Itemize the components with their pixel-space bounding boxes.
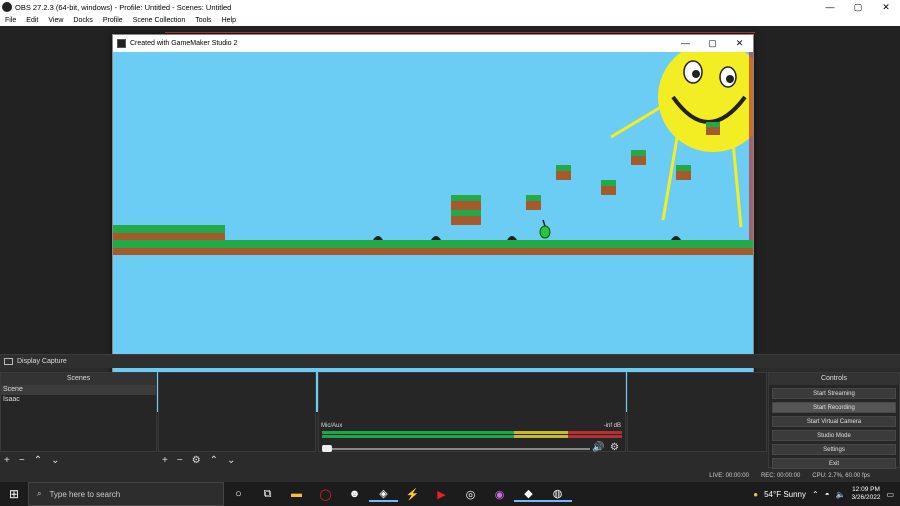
- mixer-level: -inf dB: [603, 423, 621, 429]
- opera-icon[interactable]: ◯: [311, 488, 340, 501]
- weather-text[interactable]: 54°F Sunny: [764, 490, 806, 499]
- move-up-icon[interactable]: ⌃: [34, 455, 42, 466]
- browser-icon[interactable]: ◉: [485, 488, 514, 501]
- settings-button[interactable]: Settings: [772, 444, 896, 455]
- volume-knob[interactable]: [322, 445, 332, 452]
- studio-mode-button[interactable]: Studio Mode: [772, 430, 896, 441]
- source-settings-icon[interactable]: ⚙: [192, 455, 201, 466]
- transitions-dock: [627, 372, 767, 452]
- menu-help[interactable]: Help: [217, 17, 241, 24]
- start-streaming-button[interactable]: Start Streaming: [772, 388, 896, 399]
- lightning-app-icon[interactable]: ⚡: [398, 488, 427, 501]
- live-status: LIVE: 00:00:00: [709, 473, 749, 479]
- sources-toolbar: + − ⚙ ⌃ ⌄: [162, 454, 235, 466]
- weather-icon: ●: [753, 489, 759, 499]
- cortana-icon[interactable]: ○: [224, 488, 253, 500]
- taskbar: ⊞ ⌕ Type here to search ○ ⧉ ▬ ◯ ☻ ◈ ⚡ ▶ …: [0, 482, 900, 506]
- file-explorer-icon[interactable]: ▬: [282, 488, 311, 500]
- volume-meter: [322, 431, 622, 434]
- system-tray: ● 54°F Sunny ⌃ ◓ 🔈 12:09 PM 3/26/2022 ▭: [753, 486, 900, 502]
- game-close-button[interactable]: ✕: [726, 38, 753, 49]
- search-placeholder: Type here to search: [49, 489, 121, 499]
- youtube-icon[interactable]: ▶: [427, 488, 456, 501]
- scene-item[interactable]: Isaac: [1, 395, 156, 405]
- volume-icon[interactable]: 🔈: [836, 490, 846, 499]
- obs-titlebar: OBS 27.2.3 (64-bit, windows) - Profile: …: [0, 0, 900, 14]
- game-titlebar: Created with GameMaker Studio 2 — ▢ ✕: [113, 35, 753, 52]
- obs-window-title: OBS 27.2.3 (64-bit, windows) - Profile: …: [15, 2, 232, 12]
- game-maximize-button[interactable]: ▢: [699, 38, 726, 49]
- search-icon: ⌕: [37, 489, 42, 498]
- move-down-icon[interactable]: ⌄: [227, 455, 235, 466]
- start-virtual-camera-button[interactable]: Start Virtual Camera: [772, 416, 896, 427]
- maximize-button[interactable]: ▢: [844, 2, 872, 13]
- minimize-button[interactable]: —: [816, 2, 844, 13]
- close-button[interactable]: ✕: [872, 2, 900, 13]
- notifications-icon[interactable]: ▭: [886, 490, 894, 499]
- volume-meter: [322, 435, 622, 438]
- volume-slider[interactable]: [322, 445, 590, 452]
- game-window-title: Created with GameMaker Studio 2: [130, 40, 238, 47]
- sources-dock: [158, 372, 316, 452]
- controls-header: Controls: [769, 373, 899, 385]
- menu-tools[interactable]: Tools: [190, 17, 216, 24]
- steam-icon[interactable]: ◎: [456, 488, 485, 501]
- source-label: Display Capture: [17, 358, 67, 365]
- tray-chevron-up-icon[interactable]: ⌃: [812, 490, 819, 499]
- clock-date: 3/26/2022: [851, 494, 881, 501]
- network-icon[interactable]: ◓: [825, 490, 830, 499]
- task-view-icon[interactable]: ⧉: [253, 488, 282, 501]
- scenes-header: Scenes: [1, 373, 156, 385]
- game-minimize-button[interactable]: —: [672, 38, 699, 49]
- game-entities: [373, 219, 681, 240]
- taskbar-search[interactable]: ⌕ Type here to search: [28, 482, 224, 506]
- exit-button[interactable]: Exit: [772, 458, 896, 469]
- menu-scene-collection[interactable]: Scene Collection: [128, 17, 191, 24]
- windows-start-icon[interactable]: ⊞: [0, 482, 28, 506]
- cpu-status: CPU: 2.7%, 60.00 fps: [812, 473, 870, 479]
- add-source-button[interactable]: +: [162, 455, 168, 466]
- status-bar: LIVE: 00:00:00 REC: 00:00:00 CPU: 2.7%, …: [0, 470, 900, 482]
- menu-view[interactable]: View: [43, 17, 68, 24]
- scenes-toolbar: + − ⌃ ⌄: [4, 454, 59, 466]
- menu-bar: File Edit View Docks Profile Scene Colle…: [0, 14, 900, 26]
- source-bar: Display Capture: [0, 354, 900, 368]
- mixer-channel-name: Mic/Aux: [321, 423, 343, 429]
- clock-time: 12:09 PM: [852, 486, 880, 493]
- menu-docks[interactable]: Docks: [68, 17, 97, 24]
- game-taskbar-icon[interactable]: ◆: [514, 487, 543, 502]
- start-recording-button[interactable]: Start Recording: [772, 402, 896, 413]
- monitor-icon: [4, 358, 13, 365]
- gear-icon[interactable]: ⚙: [610, 442, 619, 453]
- scenes-dock: Scenes Scene Isaac: [0, 372, 157, 452]
- rec-status: REC: 00:00:00: [760, 473, 801, 479]
- scene-item[interactable]: Scene: [1, 385, 156, 395]
- remove-scene-button[interactable]: −: [19, 455, 25, 466]
- move-down-icon[interactable]: ⌄: [51, 455, 59, 466]
- menu-file[interactable]: File: [0, 17, 21, 24]
- obs-taskbar-icon[interactable]: ◍: [543, 487, 572, 502]
- menu-edit[interactable]: Edit: [21, 17, 43, 24]
- app-icon[interactable]: ☻: [340, 488, 369, 500]
- speaker-icon[interactable]: 🔊: [592, 442, 604, 453]
- gamemaker-taskbar-icon[interactable]: ◈: [369, 487, 398, 502]
- move-up-icon[interactable]: ⌃: [210, 455, 218, 466]
- menu-profile[interactable]: Profile: [98, 17, 128, 24]
- obs-logo-icon: [2, 2, 12, 12]
- gamemaker-icon: [117, 39, 126, 48]
- remove-source-button[interactable]: −: [177, 455, 183, 466]
- controls-dock: Controls Start Streaming Start Recording…: [768, 372, 900, 469]
- add-scene-button[interactable]: +: [4, 455, 10, 466]
- clock[interactable]: 12:09 PM 3/26/2022: [852, 486, 881, 502]
- audio-mixer-dock: Mic/Aux -inf dB: [318, 372, 626, 452]
